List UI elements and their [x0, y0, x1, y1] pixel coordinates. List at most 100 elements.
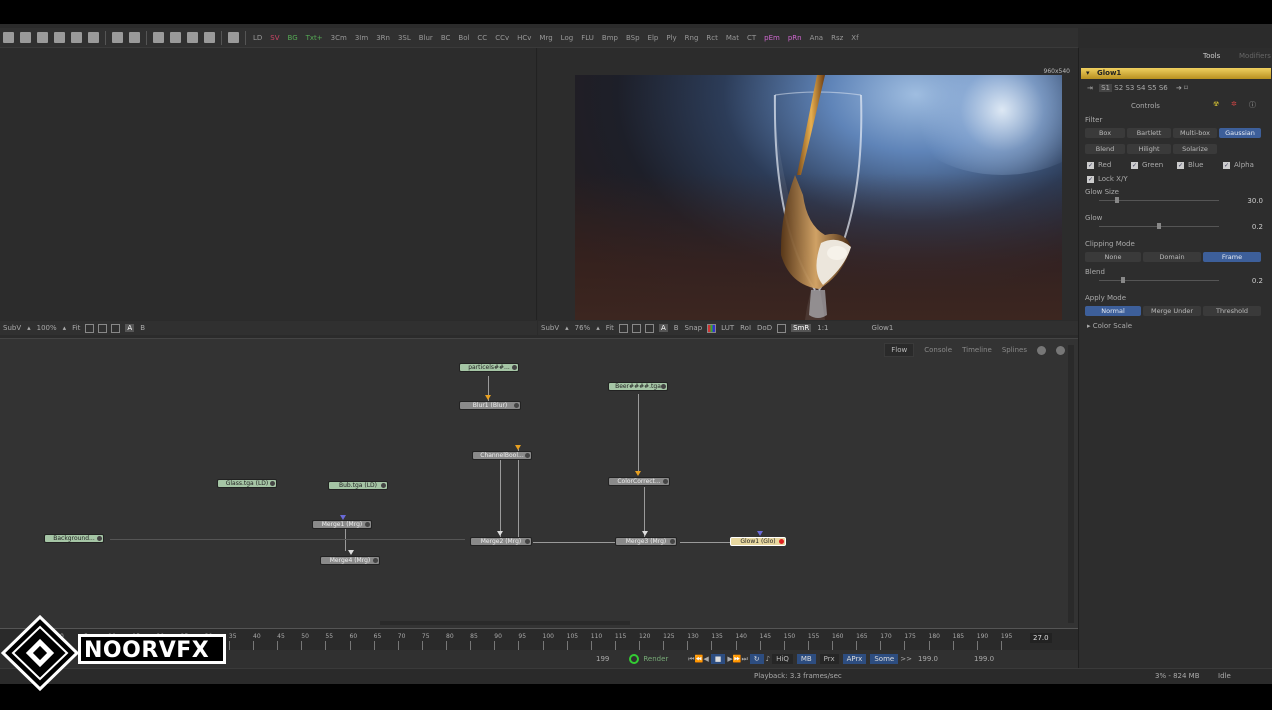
filter-gaussian[interactable]: Gaussian — [1219, 128, 1261, 138]
radiation-icon[interactable]: ☢ — [1213, 100, 1219, 108]
arrow-right-icon[interactable]: ➔ — [1176, 84, 1182, 92]
polyline-icon[interactable] — [85, 323, 95, 333]
glow-size-slider[interactable] — [1099, 197, 1219, 203]
current-frame[interactable]: 27.0 — [1030, 633, 1052, 643]
filter-hilight[interactable]: Hilight — [1127, 144, 1171, 154]
channel-green[interactable]: ✓ Green — [1131, 161, 1163, 169]
tool-button-prn[interactable]: pRn — [784, 34, 806, 42]
tool-button-mrg[interactable]: Mrg — [535, 34, 556, 42]
tool-button-3cm[interactable]: 3Cm — [327, 34, 351, 42]
version-s6[interactable]: S6 — [1159, 84, 1168, 92]
versions-icon[interactable]: ⇥ — [1087, 84, 1093, 92]
redo-icon[interactable] — [129, 32, 140, 43]
subview-button[interactable]: SubV — [3, 324, 21, 332]
tool-button-pem[interactable]: pEm — [760, 34, 784, 42]
glow-size-knob[interactable] — [1115, 197, 1119, 203]
open-icon[interactable] — [20, 32, 31, 43]
tool-button-3sl[interactable]: 3SL — [394, 34, 415, 42]
node-merge2[interactable]: Merge2 (Mrg) — [470, 537, 532, 546]
filter-multibox[interactable]: Multi-box — [1173, 128, 1217, 138]
node-bub[interactable]: Bub.tga (LD) — [328, 481, 388, 490]
tool-button-rng[interactable]: Rng — [681, 34, 703, 42]
blend-slider[interactable] — [1099, 277, 1219, 283]
pin-icon[interactable] — [228, 32, 239, 43]
lut-button[interactable]: LUT — [721, 324, 734, 332]
node-merge3[interactable]: Merge3 (Mrg) — [615, 537, 677, 546]
bold-icon[interactable]: B — [140, 324, 145, 332]
node-blur1[interactable]: Blur1 (Blur) — [459, 401, 521, 410]
filter-box[interactable]: Box — [1085, 128, 1125, 138]
tool-button-bc[interactable]: BC — [437, 34, 455, 42]
node-particles[interactable]: particels##... — [459, 363, 519, 372]
lock-xy-checkbox[interactable]: ✓ Lock X/Y — [1087, 175, 1128, 183]
flow-scrollbar[interactable] — [1068, 345, 1074, 623]
node-merge1[interactable]: Merge1 (Mrg) — [312, 520, 372, 529]
tool-button-flu[interactable]: FLU — [577, 34, 598, 42]
roi-button[interactable]: RoI — [740, 324, 751, 332]
tab-splines[interactable]: Splines — [1002, 346, 1027, 354]
undo-icon[interactable] — [112, 32, 123, 43]
circle-icon[interactable] — [111, 323, 121, 333]
subview-button[interactable]: SubV — [541, 324, 559, 332]
go-end-icon[interactable]: ⏭ — [741, 655, 747, 664]
node-colorcorrect[interactable]: ColorCorrect... — [608, 477, 670, 486]
clipping-frame[interactable]: Frame — [1203, 252, 1261, 262]
tool-button-3rn[interactable]: 3Rn — [372, 34, 394, 42]
flow-editor[interactable]: Flow Console Timeline Splines particels#… — [0, 338, 1078, 628]
node-glass[interactable]: Glass.tga (LD) — [217, 479, 277, 488]
render-button[interactable]: Render — [643, 655, 668, 663]
layout-quad-icon[interactable] — [187, 32, 198, 43]
snap-button[interactable]: Snap — [685, 324, 703, 332]
save-icon[interactable] — [37, 32, 48, 43]
dod-button[interactable]: DoD — [757, 324, 772, 332]
info-icon[interactable] — [1037, 345, 1046, 355]
rectangle-icon[interactable] — [98, 323, 108, 333]
layout-split-icon[interactable] — [170, 32, 181, 43]
version-s3[interactable]: S3 — [1125, 84, 1134, 92]
layout-single-icon[interactable] — [153, 32, 164, 43]
stop-icon[interactable]: ■ — [710, 654, 726, 664]
node-background[interactable]: Background... — [44, 534, 104, 543]
channel-alpha[interactable]: ✓ Alpha — [1223, 161, 1254, 169]
version-s4[interactable]: S4 — [1137, 84, 1146, 92]
tool-button-log[interactable]: Log — [557, 34, 578, 42]
rectangle-icon[interactable] — [631, 323, 641, 333]
tab-console[interactable]: Console — [924, 346, 952, 354]
tool-button-txt[interactable]: Txt+ — [302, 34, 327, 42]
loop-icon[interactable]: ↻ — [749, 654, 764, 664]
filter-solarize[interactable]: Solarize — [1173, 144, 1217, 154]
apply-threshold[interactable]: Threshold — [1203, 306, 1261, 316]
tool-button-ccv[interactable]: CCv — [491, 34, 513, 42]
tool-button-3im[interactable]: 3Im — [351, 34, 372, 42]
filter-blend[interactable]: Blend — [1085, 144, 1125, 154]
tool-button-ply[interactable]: Ply — [662, 34, 680, 42]
copy-icon[interactable] — [71, 32, 82, 43]
version-s1[interactable]: S1 — [1099, 84, 1113, 92]
tool-button-cc[interactable]: CC — [473, 34, 491, 42]
color-channels-icon[interactable] — [707, 323, 717, 333]
tool-button-rsz[interactable]: Rsz — [827, 34, 847, 42]
zoom-level[interactable]: 100% — [37, 324, 57, 332]
circle-icon[interactable] — [644, 323, 654, 333]
glow-slider[interactable] — [1099, 223, 1219, 229]
polyline-icon[interactable] — [618, 323, 628, 333]
channel-red[interactable]: ✓ Red — [1087, 161, 1111, 169]
glow-value[interactable]: 0.2 — [1219, 223, 1263, 231]
step-back-icon[interactable]: ⏪ — [695, 655, 704, 663]
global-end-field[interactable]: 199.0 — [974, 655, 994, 663]
collapse-icon[interactable]: ▾ — [1086, 68, 1090, 79]
fit-button[interactable]: Fit — [606, 324, 614, 332]
tool-button-ct[interactable]: CT — [743, 34, 760, 42]
glow-knob[interactable] — [1157, 223, 1161, 229]
tool-button-bsp[interactable]: BSp — [622, 34, 644, 42]
node-merge4[interactable]: Merge4 (Mrg) — [320, 556, 380, 565]
tool-button-sv[interactable]: SV — [266, 34, 283, 42]
tool-button-hcv[interactable]: HCv — [513, 34, 535, 42]
render-end-field[interactable]: 199.0 — [918, 655, 938, 663]
tool-button-elp[interactable]: Elp — [644, 34, 663, 42]
zoom-level[interactable]: 76% — [575, 324, 591, 332]
aprx-button[interactable]: APrx — [842, 654, 867, 664]
apply-merge-under[interactable]: Merge Under — [1143, 306, 1201, 316]
tab-tools[interactable]: Tools — [1203, 52, 1220, 60]
channel-blue[interactable]: ✓ Blue — [1177, 161, 1204, 169]
